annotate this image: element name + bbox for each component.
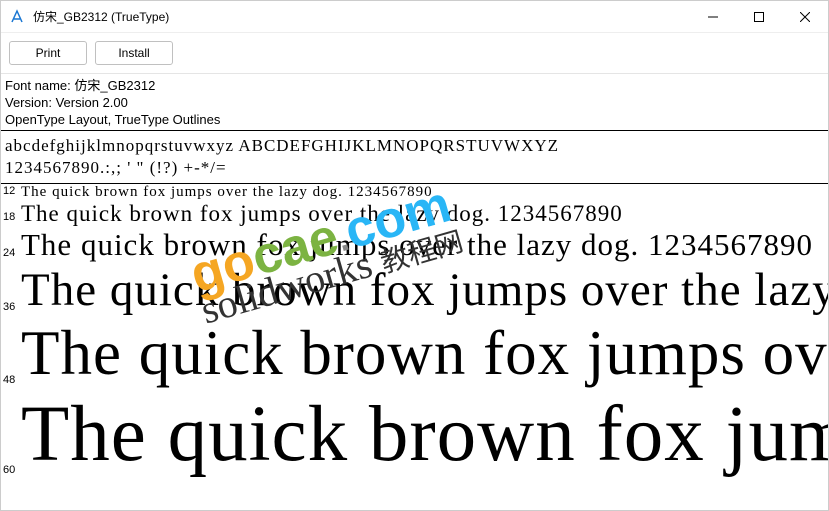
- sample-row: 18The quick brown fox jumps over the laz…: [1, 201, 828, 227]
- charset-symbols: 1234567890.:,; ' " (!?) +-*/=: [5, 157, 824, 179]
- features-row: OpenType Layout, TrueType Outlines: [5, 111, 824, 128]
- font-name-label: Font name:: [5, 78, 74, 93]
- sample-size-label: 24: [3, 247, 21, 263]
- sample-text: The quick brown fox jumps over the lazy …: [21, 390, 828, 480]
- maximize-button[interactable]: [736, 1, 782, 33]
- charset-alpha: abcdefghijklmnopqrstuvwxyz ABCDEFGHIJKLM…: [5, 135, 824, 157]
- sample-text: The quick brown fox jumps over the lazy …: [21, 227, 813, 263]
- sample-row: 48The quick brown fox jumps over the laz…: [1, 317, 828, 390]
- close-button[interactable]: [782, 1, 828, 33]
- print-button[interactable]: Print: [9, 41, 87, 65]
- minimize-button[interactable]: [690, 1, 736, 33]
- toolbar: Print Install: [1, 33, 828, 74]
- version-value: Version 2.00: [56, 95, 128, 110]
- sample-area: gocae.com solidworks 教程网 12The quick bro…: [1, 184, 828, 510]
- version-row: Version: Version 2.00: [5, 94, 824, 111]
- window-controls: [690, 1, 828, 33]
- titlebar: 仿宋_GB2312 (TrueType): [1, 1, 828, 33]
- charset-sample: abcdefghijklmnopqrstuvwxyz ABCDEFGHIJKLM…: [1, 131, 828, 184]
- sample-row: 12The quick brown fox jumps over the laz…: [1, 184, 828, 201]
- window-title: 仿宋_GB2312 (TrueType): [33, 8, 169, 25]
- font-info: Font name: 仿宋_GB2312 Version: Version 2.…: [1, 74, 828, 131]
- sample-row: 60The quick brown fox jumps over the laz…: [1, 390, 828, 480]
- sample-size-label: 18: [3, 211, 21, 227]
- sample-size-label: 12: [3, 185, 21, 201]
- sample-row: 36The quick brown fox jumps over the laz…: [1, 263, 828, 317]
- sample-text: The quick brown fox jumps over the lazy …: [21, 317, 828, 390]
- font-name-value: 仿宋_GB2312: [74, 78, 155, 93]
- sample-size-label: 36: [3, 301, 21, 317]
- version-label: Version:: [5, 95, 56, 110]
- install-button[interactable]: Install: [95, 41, 173, 65]
- sample-size-label: 48: [3, 374, 21, 390]
- sample-text: The quick brown fox jumps over the lazy …: [21, 263, 828, 317]
- sample-row: 24The quick brown fox jumps over the laz…: [1, 227, 828, 263]
- app-icon: [9, 9, 25, 25]
- sample-text: The quick brown fox jumps over the lazy …: [21, 184, 433, 201]
- sample-size-label: 60: [3, 464, 21, 480]
- font-name-row: Font name: 仿宋_GB2312: [5, 77, 824, 94]
- sample-text: The quick brown fox jumps over the lazy …: [21, 201, 623, 227]
